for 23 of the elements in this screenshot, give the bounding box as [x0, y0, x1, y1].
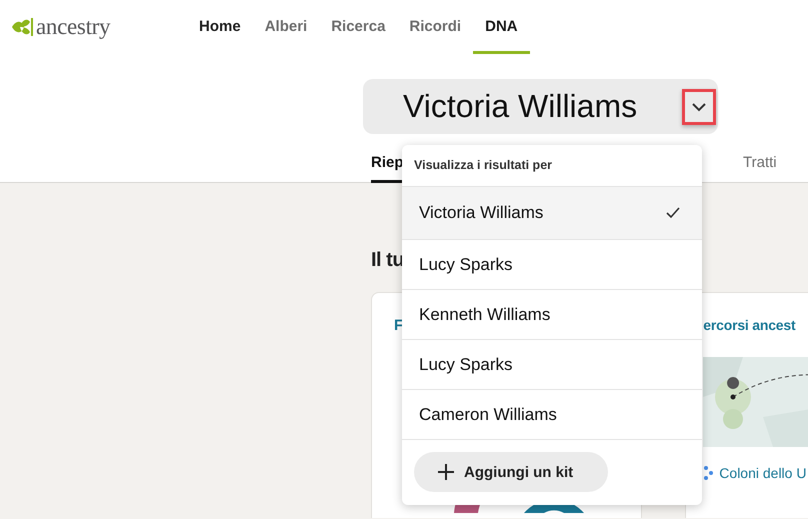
- profile-option[interactable]: Lucy Sparks: [402, 340, 702, 390]
- nav-tab[interactable]: Ricordi: [397, 0, 474, 54]
- profile-selector[interactable]: Victoria Williams: [363, 79, 718, 134]
- plus-icon: [438, 464, 454, 480]
- nav-tab[interactable]: Alberi: [252, 0, 320, 54]
- chevron-button[interactable]: [682, 88, 716, 124]
- leaf-logo-icon: [10, 16, 34, 38]
- card-title[interactable]: ercorsi ancest: [703, 317, 796, 333]
- region-link[interactable]: Coloni dello U: [719, 465, 806, 481]
- nav-tab[interactable]: Home: [187, 0, 253, 54]
- checkmark-icon: [666, 207, 680, 219]
- logo-text[interactable]: ancestry: [36, 14, 110, 40]
- nav-tab[interactable]: Ricerca: [319, 0, 398, 54]
- add-kit-button[interactable]: Aggiungi un kit: [414, 452, 608, 492]
- profile-option[interactable]: Cameron Williams: [402, 390, 702, 440]
- profile-option[interactable]: Kenneth Williams: [402, 290, 702, 340]
- dots-icon: [703, 465, 714, 481]
- profile-option[interactable]: Victoria Williams: [402, 187, 702, 240]
- chevron-down-icon: [691, 102, 707, 112]
- card-title[interactable]: F: [394, 317, 404, 334]
- profile-name: Victoria Williams: [403, 88, 638, 125]
- page-tab[interactable]: Tratti: [743, 152, 777, 183]
- profile-option[interactable]: Lucy Sparks: [402, 240, 702, 290]
